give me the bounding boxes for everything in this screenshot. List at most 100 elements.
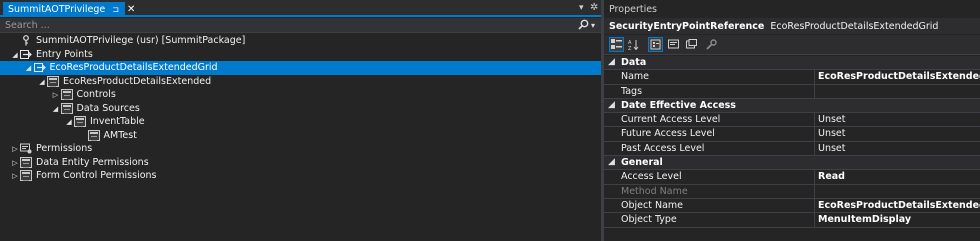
property-name: Object Type xyxy=(621,214,677,226)
collapse-icon[interactable]: ◢ xyxy=(25,64,33,72)
object-header[interactable]: SecurityEntryPointReference EcoResProduc… xyxy=(604,18,980,34)
wrench-icon[interactable] xyxy=(704,37,719,52)
property-name: Access Level xyxy=(621,171,682,183)
tree-item-label: EcoResProductDetailsExtended xyxy=(63,75,212,87)
property-category[interactable]: ◢ Data xyxy=(604,56,980,71)
object-name-label: EcoResProductDetailsExtendedGrid xyxy=(770,20,939,32)
column-divider[interactable] xyxy=(814,184,815,199)
property-grid: ◢ Data Name EcoResProductDetailsExtendedGri… xyxy=(604,56,980,228)
property-value[interactable]: MenuItemDisplay xyxy=(818,214,911,225)
form-icon xyxy=(87,129,100,141)
expand-icon[interactable]: ▷ xyxy=(11,172,19,180)
form-icon xyxy=(20,156,32,168)
tree-row[interactable]: AMTest xyxy=(0,129,601,143)
alphabetical-icon[interactable]: AZ xyxy=(626,37,641,52)
property-value[interactable]: EcoResProductDetailsExtendedGrid xyxy=(818,71,980,82)
collapse-icon[interactable]: ◢ xyxy=(65,118,73,126)
tree-item-label: InventTable xyxy=(90,116,145,127)
category-label: Date Effective Access xyxy=(621,99,736,111)
property-pages-icon[interactable] xyxy=(684,37,699,52)
key-icon xyxy=(20,35,32,46)
property-row[interactable]: Future Access Level Unset xyxy=(604,127,980,142)
aot-tree: SummitAOTPrivilege (usr) [SummitPackage]… xyxy=(0,34,601,183)
collapse-icon[interactable]: ◢ xyxy=(11,51,19,59)
column-divider[interactable] xyxy=(814,113,815,128)
categorized-icon[interactable] xyxy=(609,37,624,52)
tree-row[interactable]: ▷ Controls xyxy=(0,88,601,102)
properties-icon[interactable] xyxy=(648,37,663,52)
tree-row[interactable]: ▷ Data Entity Permissions xyxy=(0,156,601,170)
svg-text:Z: Z xyxy=(628,46,632,50)
entry-point-icon xyxy=(33,62,46,73)
search-icon[interactable] xyxy=(578,19,589,33)
property-row[interactable]: Past Access Level Unset xyxy=(604,141,980,157)
property-row[interactable]: Object Name EcoResProductDetailsExtendedG… xyxy=(604,198,980,214)
form-icon xyxy=(20,170,32,181)
entry-points-icon xyxy=(20,49,32,60)
column-divider[interactable] xyxy=(814,127,815,142)
property-row[interactable]: Object Type MenuItemDisplay xyxy=(604,213,980,228)
collapse-icon[interactable]: ◢ xyxy=(608,100,615,110)
object-type-label: SecurityEntryPointReference xyxy=(609,20,765,32)
properties-pane: Properties SecurityEntryPointReference E… xyxy=(604,0,980,241)
column-divider[interactable] xyxy=(814,170,815,185)
tree-row[interactable]: ▷ Form Control Permissions xyxy=(0,169,601,183)
expand-icon[interactable]: ▷ xyxy=(11,145,19,153)
tree-item-label: Form Control Permissions xyxy=(36,170,157,181)
property-category[interactable]: ◢ General xyxy=(604,156,980,171)
gear-icon[interactable]: ✲ xyxy=(590,2,598,13)
form-icon xyxy=(60,102,73,114)
collapse-icon[interactable]: ◢ xyxy=(608,157,615,167)
tree-row[interactable]: ◢ InventTable xyxy=(0,115,601,129)
tree-row[interactable]: ◢ Entry Points xyxy=(0,48,601,62)
search-options-icon[interactable]: ▾ xyxy=(591,21,595,30)
property-name: Past Access Level xyxy=(621,142,705,154)
document-tab[interactable]: SummitAOTPrivilege ⊐ ✕ xyxy=(3,2,135,17)
property-value[interactable]: Unset xyxy=(818,128,846,139)
collapse-icon[interactable]: ◢ xyxy=(608,57,615,67)
tree-row[interactable]: ◢ EcoResProductDetailsExtended xyxy=(0,75,601,89)
designer-pane: SummitAOTPrivilege ⊐ ✕ ▾ ✲ ▾ SummitAOTPr… xyxy=(0,0,601,241)
expand-icon[interactable]: ▷ xyxy=(52,91,60,99)
property-row[interactable]: Access Level Read xyxy=(604,170,980,185)
collapse-icon[interactable]: ◢ xyxy=(38,78,46,86)
property-value[interactable]: Unset xyxy=(818,143,846,154)
tree-item-label: Entry Points xyxy=(36,48,93,60)
property-name: Object Name xyxy=(621,199,683,211)
property-row[interactable]: Current Access Level Unset xyxy=(604,113,980,128)
tree-row[interactable]: ▷ Permissions xyxy=(0,142,601,156)
property-value[interactable]: Read xyxy=(818,171,845,182)
tree-item-label: AMTest xyxy=(103,129,137,141)
events-icon[interactable] xyxy=(666,37,681,52)
close-icon[interactable]: ✕ xyxy=(127,4,135,15)
column-divider[interactable] xyxy=(814,70,815,85)
column-divider[interactable] xyxy=(814,84,815,99)
collapse-icon[interactable]: ◢ xyxy=(52,105,60,113)
property-row[interactable]: Method Name xyxy=(604,184,980,199)
tree-row[interactable]: ◢ Data Sources xyxy=(0,102,601,116)
properties-toolbar: AZ xyxy=(604,35,980,55)
tree-item-label: Data Sources xyxy=(76,102,140,114)
property-value[interactable]: Unset xyxy=(818,114,846,125)
column-divider[interactable] xyxy=(814,198,815,213)
property-name: Future Access Level xyxy=(621,128,715,140)
search-input[interactable] xyxy=(5,19,565,32)
property-row[interactable]: Name EcoResProductDetailsExtendedGrid xyxy=(604,70,980,85)
tree-item-label: SummitAOTPrivilege (usr) [SummitPackage] xyxy=(36,35,246,46)
form-icon xyxy=(74,116,86,127)
column-divider[interactable] xyxy=(814,141,815,156)
expand-icon[interactable]: ▷ xyxy=(11,159,19,167)
form-icon xyxy=(60,89,73,100)
tab-dropdown-icon[interactable]: ▾ xyxy=(579,3,584,13)
property-name: Name xyxy=(621,71,650,83)
search-bar: ▾ xyxy=(0,18,601,33)
tree-row[interactable]: SummitAOTPrivilege (usr) [SummitPackage] xyxy=(0,34,601,48)
column-divider[interactable] xyxy=(814,213,815,228)
tree-item-label: Permissions xyxy=(36,143,93,154)
tree-item-label: Controls xyxy=(76,89,116,100)
property-row[interactable]: Tags xyxy=(604,84,980,99)
tree-row[interactable]: ◢ EcoResProductDetailsExtendedGrid xyxy=(0,61,601,75)
pin-icon[interactable]: ⊐ xyxy=(112,5,119,14)
property-value[interactable]: EcoResProductDetailsExtendedGrid xyxy=(818,200,980,211)
property-category[interactable]: ◢ Date Effective Access xyxy=(604,98,980,114)
